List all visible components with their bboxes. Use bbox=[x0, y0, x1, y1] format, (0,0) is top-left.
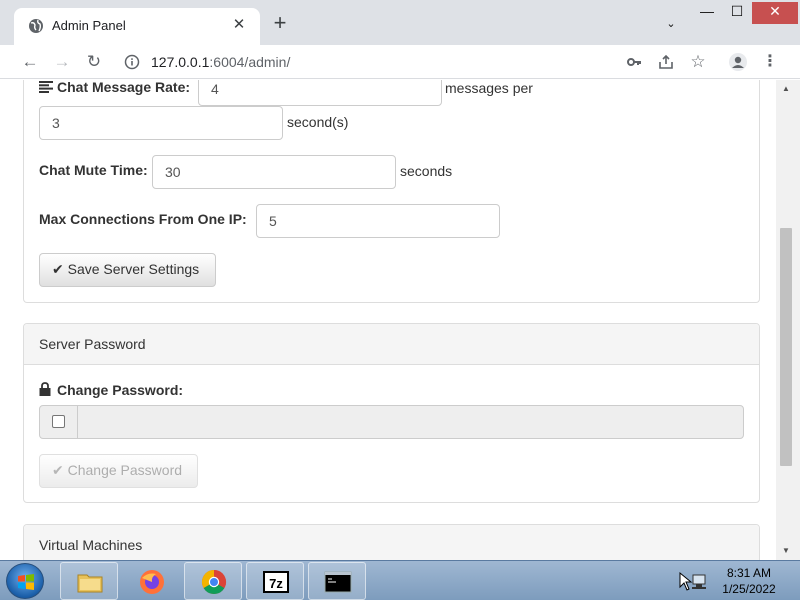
password-input[interactable] bbox=[77, 405, 744, 439]
windows-taskbar: 7z 8:31 AM 1/25/2022 bbox=[0, 560, 800, 600]
chat-rate-label: Chat Message Rate: bbox=[57, 80, 191, 95]
maximize-button[interactable]: ☐ bbox=[722, 2, 752, 24]
minimize-button[interactable]: — bbox=[692, 2, 722, 24]
max-connections-input[interactable]: 5 bbox=[256, 204, 500, 238]
max-connections-label: Max Connections From One IP: bbox=[39, 211, 247, 227]
password-enable-addon bbox=[39, 405, 78, 439]
server-password-panel: Server Password Change Password: ✔ Chang… bbox=[23, 323, 760, 503]
scroll-down-arrow-icon[interactable]: ▼ bbox=[780, 546, 792, 556]
page-viewport: Chat Message Rate: 4 messages per 3 seco… bbox=[0, 80, 776, 560]
bookmark-star-icon[interactable]: ☆ bbox=[686, 50, 710, 74]
checkmark-icon: ✔ bbox=[52, 261, 64, 277]
virtual-machines-panel: Virtual Machines bbox=[23, 524, 760, 560]
taskbar-chrome[interactable] bbox=[184, 562, 242, 600]
key-icon[interactable] bbox=[622, 50, 646, 74]
windows-logo-icon bbox=[18, 574, 34, 590]
lock-icon bbox=[39, 382, 51, 396]
chat-rate-messages-input[interactable]: 4 bbox=[198, 80, 442, 106]
scrollbar-thumb[interactable] bbox=[780, 228, 792, 466]
tab-admin-panel[interactable]: Admin Panel ✕ bbox=[14, 8, 260, 45]
tab-search-chevron-icon[interactable]: ⌄ bbox=[656, 15, 686, 37]
url-path: :6004/admin/ bbox=[209, 54, 291, 70]
taskbar-7zip[interactable]: 7z bbox=[246, 562, 304, 600]
clock-time: 8:31 AM bbox=[726, 566, 772, 580]
change-password-label: Change Password: bbox=[57, 382, 184, 398]
password-enable-checkbox[interactable] bbox=[52, 415, 65, 428]
checkmark-icon: ✔ bbox=[52, 462, 64, 478]
virtual-machines-heading: Virtual Machines bbox=[24, 525, 759, 560]
svg-text:7z: 7z bbox=[269, 576, 283, 591]
firefox-icon bbox=[140, 570, 164, 594]
change-password-button[interactable]: ✔ Change Password bbox=[39, 454, 198, 488]
back-arrow-icon[interactable]: ← bbox=[18, 50, 42, 74]
globe-icon bbox=[29, 19, 43, 33]
tab-close-icon[interactable]: ✕ bbox=[230, 16, 248, 34]
close-window-button[interactable]: ✕ bbox=[752, 2, 798, 24]
messages-per-text: messages per bbox=[445, 80, 533, 96]
reload-icon[interactable]: ↻ bbox=[82, 50, 106, 74]
terminal-icon bbox=[324, 571, 352, 593]
share-icon[interactable] bbox=[654, 50, 678, 74]
tab-title: Admin Panel bbox=[52, 18, 126, 33]
mute-time-suffix: seconds bbox=[400, 163, 453, 179]
taskbar-command-prompt[interactable] bbox=[308, 562, 366, 600]
browser-titlebar: Admin Panel ✕ + ⌄ — ☐ ✕ bbox=[0, 0, 800, 45]
forward-arrow-icon[interactable]: → bbox=[50, 50, 74, 74]
url-host: 127.0.0.1 bbox=[151, 54, 210, 70]
align-left-icon bbox=[39, 81, 53, 93]
mute-time-label: Chat Mute Time: bbox=[39, 162, 148, 178]
change-password-button-label: Change Password bbox=[67, 462, 183, 478]
network-tray-icon[interactable] bbox=[678, 571, 708, 593]
start-button[interactable] bbox=[6, 563, 44, 599]
chat-rate-seconds-input[interactable]: 3 bbox=[39, 106, 283, 140]
folder-icon bbox=[77, 574, 103, 593]
url-text: 127.0.0.1:6004/admin/ bbox=[151, 54, 290, 70]
taskbar-firefox[interactable] bbox=[122, 562, 180, 600]
save-server-settings-label: Save Server Settings bbox=[67, 261, 200, 277]
mute-time-input[interactable]: 30 bbox=[152, 155, 396, 189]
new-tab-button[interactable]: + bbox=[268, 12, 292, 36]
profile-avatar-icon[interactable] bbox=[726, 50, 750, 74]
password-input-group bbox=[39, 405, 744, 439]
kebab-menu-icon[interactable]: ⋮ bbox=[758, 50, 782, 74]
server-settings-panel: Chat Message Rate: 4 messages per 3 seco… bbox=[23, 80, 760, 303]
page-scrollbar[interactable]: ▲ ▼ bbox=[776, 80, 800, 560]
server-password-heading: Server Password bbox=[24, 324, 759, 365]
browser-toolbar: ← → ↻ 127.0.0.1:6004/admin/ ☆ ⋮ bbox=[0, 45, 800, 79]
7zip-icon: 7z bbox=[263, 571, 289, 593]
taskbar-clock[interactable]: 8:31 AM 1/25/2022 bbox=[716, 565, 782, 597]
save-server-settings-button[interactable]: ✔ Save Server Settings bbox=[39, 253, 216, 287]
taskbar-file-explorer[interactable] bbox=[60, 562, 118, 600]
chrome-icon bbox=[201, 570, 227, 595]
clock-date: 1/25/2022 bbox=[722, 582, 776, 596]
site-info-icon[interactable] bbox=[124, 54, 140, 70]
scroll-up-arrow-icon[interactable]: ▲ bbox=[780, 84, 792, 94]
seconds-suffix: second(s) bbox=[287, 114, 349, 130]
